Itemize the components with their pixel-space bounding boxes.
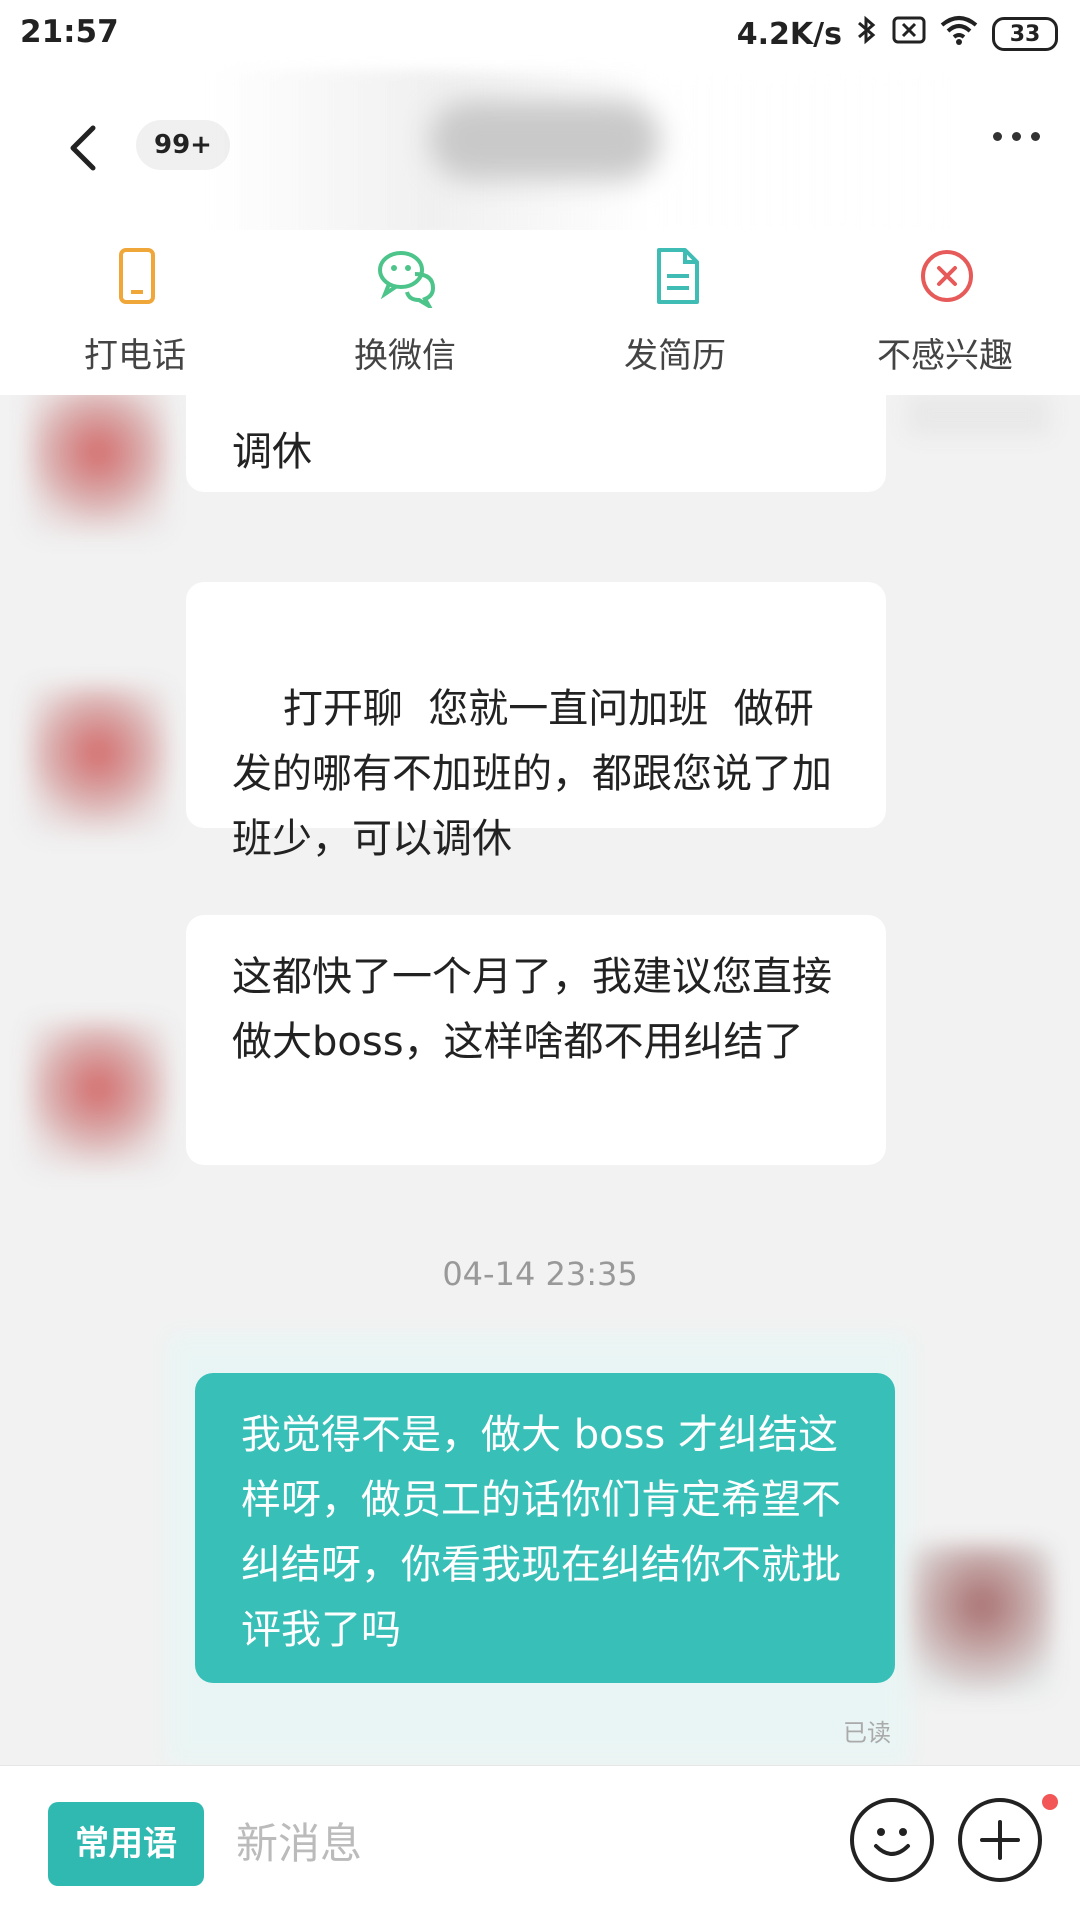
message-bubble-received[interactable]: 调休 <box>186 395 886 492</box>
battery-indicator: 33 <box>992 17 1058 51</box>
read-receipt: 已读 <box>843 1719 891 1747</box>
resume-icon <box>657 248 699 304</box>
message-bubble-sent[interactable]: 我觉得不是，做大 boss 才纠结这样呀，做员工的话你们肯定希望不纠结呀，你看我… <box>195 1373 895 1683</box>
input-bar: 常用语 新消息 <box>0 1765 1080 1921</box>
message-text: 这都快了一个月了，我建议您直接做大boss，这样啥都不用纠结了 <box>232 954 832 1065</box>
avatar[interactable] <box>28 395 168 535</box>
message-text: 调休 <box>232 429 312 475</box>
phone-icon <box>119 248 155 304</box>
not-interested-label: 不感兴趣 <box>877 336 1013 376</box>
more-options-button[interactable] <box>993 132 1040 141</box>
wifi-icon <box>940 15 978 53</box>
message-timestamp: 04-14 23:35 <box>442 1255 638 1293</box>
message-bubble-received[interactable]: 这都快了一个月了，我建议您直接做大boss，这样啥都不用纠结了 <box>186 915 886 1165</box>
smiley-icon <box>874 1828 910 1856</box>
status-time: 21:57 <box>20 14 119 50</box>
status-bar: 21:57 4.2K/s 33 <box>0 0 1080 70</box>
message-text: 打开聊 您就一直问加班 做研发的哪有不加班的，都跟您说了加班少，可以调休 <box>232 686 832 862</box>
contact-name-blurred <box>430 100 660 180</box>
status-icons: 4.2K/s 33 <box>737 14 1058 54</box>
close-circle-icon <box>921 250 973 302</box>
more-dot-icon <box>1031 132 1040 141</box>
network-speed: 4.2K/s <box>736 16 842 52</box>
message-list[interactable]: 调休 打开聊 您就一直问加班 做研发的哪有不加班的，都跟您说了加班少，可以调休 … <box>0 395 1080 1765</box>
call-action[interactable]: 打电话 <box>0 230 270 395</box>
avatar[interactable] <box>28 685 168 835</box>
quick-action-bar: 打电话 换微信 发简历 不感兴趣 <box>0 230 1080 395</box>
more-dot-icon <box>993 132 1002 141</box>
notification-dot <box>1042 1794 1058 1810</box>
message-input[interactable]: 新消息 <box>236 1802 796 1886</box>
emoji-button[interactable] <box>850 1798 934 1882</box>
wechat-icon <box>378 251 436 308</box>
send-resume-action[interactable]: 发简历 <box>540 230 810 395</box>
exchange-wechat-label: 换微信 <box>354 336 456 376</box>
send-resume-label: 发简历 <box>624 336 726 376</box>
message-bubble-received[interactable]: 打开聊 您就一直问加班 做研发的哪有不加班的，都跟您说了加班少，可以调休 <box>186 582 886 862</box>
exchange-wechat-action[interactable]: 换微信 <box>270 230 540 395</box>
common-phrases-button[interactable]: 常用语 <box>48 1802 204 1886</box>
no-sim-icon <box>892 16 926 52</box>
chat-header: 99+ <box>0 70 1080 240</box>
bluetooth-icon <box>856 14 878 54</box>
avatar[interactable] <box>28 1021 168 1171</box>
blurred-side-content <box>908 395 1050 435</box>
not-interested-action[interactable]: 不感兴趣 <box>810 230 1080 395</box>
back-button[interactable] <box>55 118 115 178</box>
plus-icon <box>980 1820 1020 1860</box>
add-more-button[interactable] <box>958 1798 1042 1882</box>
my-avatar[interactable] <box>912 1545 1052 1695</box>
more-dot-icon <box>1012 132 1021 141</box>
call-label: 打电话 <box>84 336 186 376</box>
chevron-left-icon <box>70 125 96 171</box>
message-text: 我觉得不是，做大 boss 才纠结这样呀，做员工的话你们肯定希望不纠结呀，你看我… <box>241 1412 841 1653</box>
